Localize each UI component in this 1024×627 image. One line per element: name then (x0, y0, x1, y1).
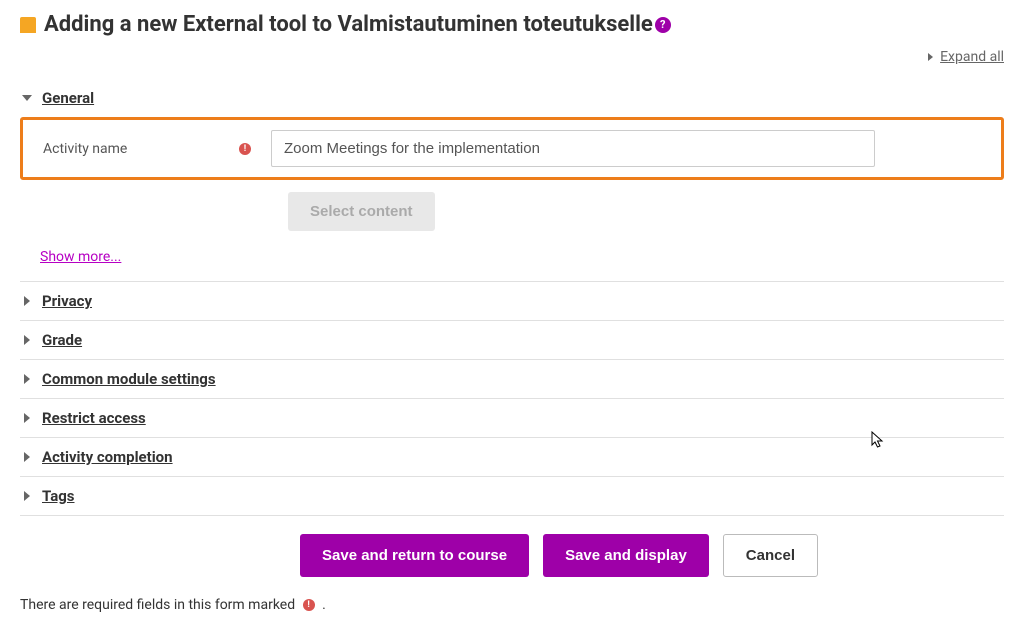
caret-right-icon (24, 413, 30, 423)
footnote-text: There are required fields in this form m… (20, 597, 295, 613)
form-actions: Save and return to course Save and displ… (300, 516, 1004, 591)
section-general: General Activity name ! Select content S… (20, 79, 1004, 281)
section-privacy-header[interactable]: Privacy (20, 282, 1004, 320)
section-completion-title: Activity completion (42, 448, 173, 466)
section-common-header[interactable]: Common module settings (20, 360, 1004, 398)
caret-right-icon (928, 53, 933, 61)
section-privacy-title: Privacy (42, 292, 92, 310)
section-common: Common module settings (20, 360, 1004, 399)
section-tags: Tags (20, 477, 1004, 516)
caret-right-icon (24, 452, 30, 462)
section-restrict-title: Restrict access (42, 409, 146, 427)
activity-name-input-col (271, 130, 993, 167)
help-icon[interactable]: ? (655, 17, 671, 33)
section-completion-header[interactable]: Activity completion (20, 438, 1004, 476)
section-tags-title: Tags (42, 487, 75, 505)
caret-right-icon (24, 491, 30, 501)
show-more-link[interactable]: Show more... (40, 249, 121, 265)
activity-name-input[interactable] (271, 130, 875, 167)
cancel-button[interactable]: Cancel (723, 534, 818, 577)
expand-all-link[interactable]: Expand all (940, 49, 1004, 65)
section-grade-header[interactable]: Grade (20, 321, 1004, 359)
section-grade-title: Grade (42, 331, 82, 349)
activity-name-label-col: Activity name ! (23, 141, 271, 157)
activity-name-highlight: Activity name ! (20, 117, 1004, 180)
section-restrict-header[interactable]: Restrict access (20, 399, 1004, 437)
caret-down-icon (22, 95, 32, 101)
caret-right-icon (24, 296, 30, 306)
section-general-header[interactable]: General (20, 79, 1004, 117)
required-footnote: There are required fields in this form m… (20, 591, 1004, 627)
select-content-row: Select content (20, 184, 1004, 235)
activity-name-label: Activity name (43, 141, 127, 157)
caret-right-icon (24, 374, 30, 384)
save-return-button[interactable]: Save and return to course (300, 534, 529, 577)
section-tags-header[interactable]: Tags (20, 477, 1004, 515)
section-privacy: Privacy (20, 281, 1004, 321)
page-title: Adding a new External tool to Valmistaut… (44, 12, 653, 37)
external-tool-icon (20, 17, 36, 33)
expand-all-container: Expand all (20, 45, 1004, 79)
footnote-period: . (322, 597, 326, 613)
required-icon: ! (303, 599, 315, 611)
caret-right-icon (24, 335, 30, 345)
section-common-title: Common module settings (42, 370, 216, 388)
show-more-row: Show more... (20, 235, 1004, 275)
section-restrict: Restrict access (20, 399, 1004, 438)
section-grade: Grade (20, 321, 1004, 360)
required-icon: ! (239, 143, 251, 155)
save-display-button[interactable]: Save and display (543, 534, 709, 577)
section-general-body: Activity name ! Select content Show more… (20, 117, 1004, 281)
section-general-title: General (42, 89, 94, 107)
select-content-button: Select content (288, 192, 435, 231)
page-header: Adding a new External tool to Valmistaut… (20, 0, 1004, 45)
section-completion: Activity completion (20, 438, 1004, 477)
